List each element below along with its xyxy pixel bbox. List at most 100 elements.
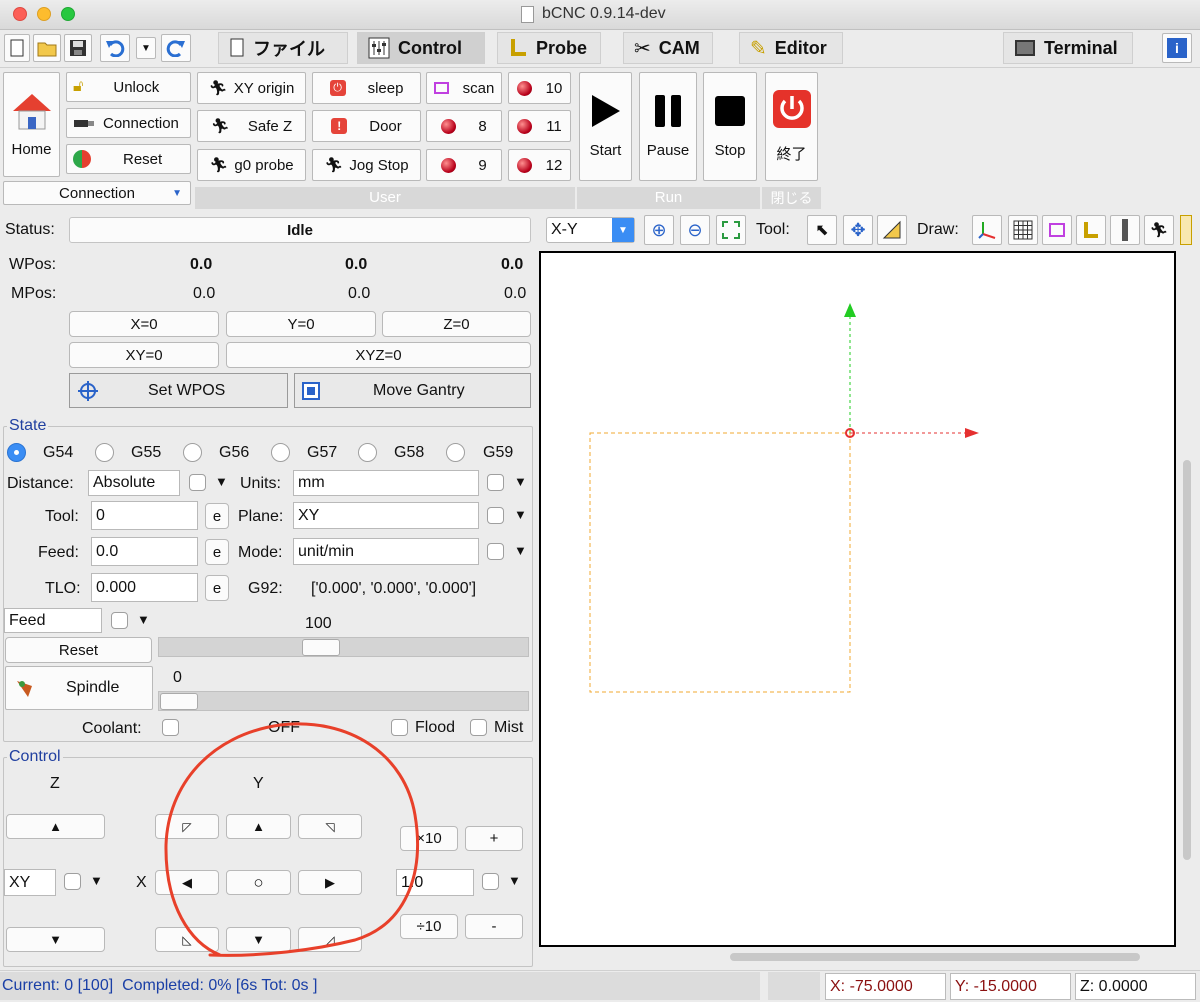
zoom-out-button[interactable]: ⊖ — [680, 215, 710, 245]
user-jog-stop-button[interactable]: 🏃︎ Jog Stop — [312, 149, 421, 181]
zero-y-button[interactable]: Y=0 — [226, 311, 376, 337]
close-window-button[interactable] — [13, 7, 27, 21]
ruler-tool-button[interactable] — [877, 215, 907, 245]
plane-jog-checkbox[interactable] — [64, 873, 81, 890]
pan-tool-button[interactable]: ✥ — [843, 215, 873, 245]
view-select[interactable]: X-Y ▼ — [546, 217, 635, 243]
user-safe-z-button[interactable]: 🏃︎ Safe Z — [197, 110, 306, 142]
step-minus-button[interactable]: - — [465, 914, 523, 939]
radio-g55[interactable] — [95, 443, 114, 462]
select-tool-button[interactable]: ⬉ — [807, 215, 837, 245]
toolbar-overflow-handle[interactable] — [1180, 215, 1192, 245]
override-dropdown-icon[interactable]: ▼ — [137, 612, 150, 627]
units-checkbox[interactable] — [487, 474, 504, 491]
zoom-window-button[interactable] — [61, 7, 75, 21]
zero-x-button[interactable]: X=0 — [69, 311, 219, 337]
user-door-button[interactable]: ! Door — [312, 110, 421, 142]
draw-rapid-button[interactable]: 🏃︎ — [1144, 215, 1174, 245]
plane-select-jog[interactable]: XY — [4, 869, 56, 896]
info-button[interactable]: i — [1162, 33, 1192, 63]
plane-dropdown-icon[interactable]: ▼ — [514, 507, 527, 522]
step-dropdown-icon[interactable]: ▼ — [508, 873, 521, 888]
tlo-field[interactable]: 0.000 — [91, 573, 198, 602]
radio-g54[interactable] — [7, 443, 26, 462]
user-8-button[interactable]: 8 — [426, 110, 502, 142]
mode-checkbox[interactable] — [487, 543, 504, 560]
reset-button[interactable]: Reset — [66, 144, 191, 174]
zero-xyz-button[interactable]: XYZ=0 — [226, 342, 531, 368]
tool-edit-button[interactable]: e — [205, 503, 229, 529]
override-checkbox[interactable] — [111, 612, 128, 629]
override-reset-button[interactable]: Reset — [5, 637, 152, 663]
mode-select[interactable]: unit/min — [293, 538, 479, 565]
canvas-horizontal-scrollbar[interactable] — [730, 953, 1140, 961]
user-12-button[interactable]: 12 — [508, 149, 571, 181]
override-slider-thumb[interactable] — [302, 639, 340, 656]
user-sleep-button[interactable]: ⏻ sleep — [312, 72, 421, 104]
home-button[interactable]: Home — [3, 72, 60, 177]
stop-button[interactable]: Stop — [703, 72, 757, 181]
user-xy-origin-button[interactable]: 🏃︎ XY origin — [197, 72, 306, 104]
jog-z-down-button[interactable]: ▼ — [6, 927, 105, 952]
minimize-window-button[interactable] — [37, 7, 51, 21]
distance-dropdown-icon[interactable]: ▼ — [215, 474, 228, 489]
new-file-button[interactable] — [4, 34, 30, 62]
spindle-slider-thumb[interactable] — [160, 693, 198, 710]
user-scan-button[interactable]: scan — [426, 72, 502, 104]
canvas-vertical-scrollbar[interactable] — [1183, 460, 1191, 860]
draw-probe-button[interactable] — [1076, 215, 1106, 245]
tab-control[interactable]: Control — [357, 32, 485, 64]
step-checkbox[interactable] — [482, 873, 499, 890]
user-9-button[interactable]: 9 — [426, 149, 502, 181]
jog-z-up-button[interactable]: ▲ — [6, 814, 105, 839]
override-slider-track[interactable] — [158, 637, 529, 657]
override-select[interactable]: Feed — [4, 608, 102, 633]
mist-checkbox[interactable] — [470, 719, 487, 736]
redo-button[interactable] — [161, 34, 191, 62]
draw-axes-button[interactable] — [972, 215, 1002, 245]
pause-button[interactable]: Pause — [639, 72, 697, 181]
tool-field[interactable]: 0 — [91, 501, 198, 530]
plane-checkbox[interactable] — [487, 507, 504, 524]
undo-list-button[interactable]: ▼ — [136, 37, 156, 59]
exit-button[interactable]: 終了 — [765, 72, 818, 181]
zoom-fit-button[interactable] — [716, 215, 746, 245]
zero-xy-button[interactable]: XY=0 — [69, 342, 219, 368]
start-button[interactable]: Start — [579, 72, 632, 181]
tab-terminal[interactable]: Terminal — [1003, 32, 1133, 64]
move-gantry-button[interactable]: Move Gantry — [294, 373, 531, 408]
connection-button[interactable]: Connection — [66, 108, 191, 138]
zoom-in-button[interactable]: ⊕ — [644, 215, 674, 245]
plane-jog-dropdown-icon[interactable]: ▼ — [90, 873, 103, 888]
draw-grid-button[interactable] — [1008, 215, 1038, 245]
plane-select[interactable]: XY — [293, 502, 479, 529]
spindle-button[interactable]: Spindle — [5, 666, 153, 710]
spindle-slider-track[interactable] — [158, 691, 529, 711]
distance-checkbox[interactable] — [189, 474, 206, 491]
tab-cam[interactable]: ✂ CAM — [623, 32, 713, 64]
feed-field[interactable]: 0.0 — [91, 537, 198, 566]
tab-file[interactable]: ファイル — [218, 32, 348, 64]
draw-workarea-button[interactable] — [1110, 215, 1140, 245]
units-dropdown-icon[interactable]: ▼ — [514, 474, 527, 489]
user-11-button[interactable]: 11 — [508, 110, 571, 142]
set-wpos-button[interactable]: Set WPOS — [69, 373, 288, 408]
gcode-canvas[interactable] — [539, 251, 1176, 947]
radio-g57[interactable] — [271, 443, 290, 462]
user-10-button[interactable]: 10 — [508, 72, 571, 104]
connection-group-dropdown[interactable]: Connection ▼ — [3, 181, 191, 205]
radio-g56[interactable] — [183, 443, 202, 462]
radio-g58[interactable] — [358, 443, 377, 462]
feed-edit-button[interactable]: e — [205, 539, 229, 565]
tab-editor[interactable]: ✎ Editor — [739, 32, 843, 64]
unlock-button[interactable]: 🔓︎ Unlock — [66, 72, 191, 102]
radio-g59[interactable] — [446, 443, 465, 462]
draw-margin-button[interactable] — [1042, 215, 1072, 245]
mode-dropdown-icon[interactable]: ▼ — [514, 543, 527, 558]
step-plus-button[interactable]: + — [465, 826, 523, 851]
distance-select[interactable]: Absolute — [88, 470, 180, 496]
tlo-edit-button[interactable]: e — [205, 575, 229, 601]
undo-button[interactable] — [100, 34, 130, 62]
units-select[interactable]: mm — [293, 470, 479, 496]
zero-z-button[interactable]: Z=0 — [382, 311, 531, 337]
